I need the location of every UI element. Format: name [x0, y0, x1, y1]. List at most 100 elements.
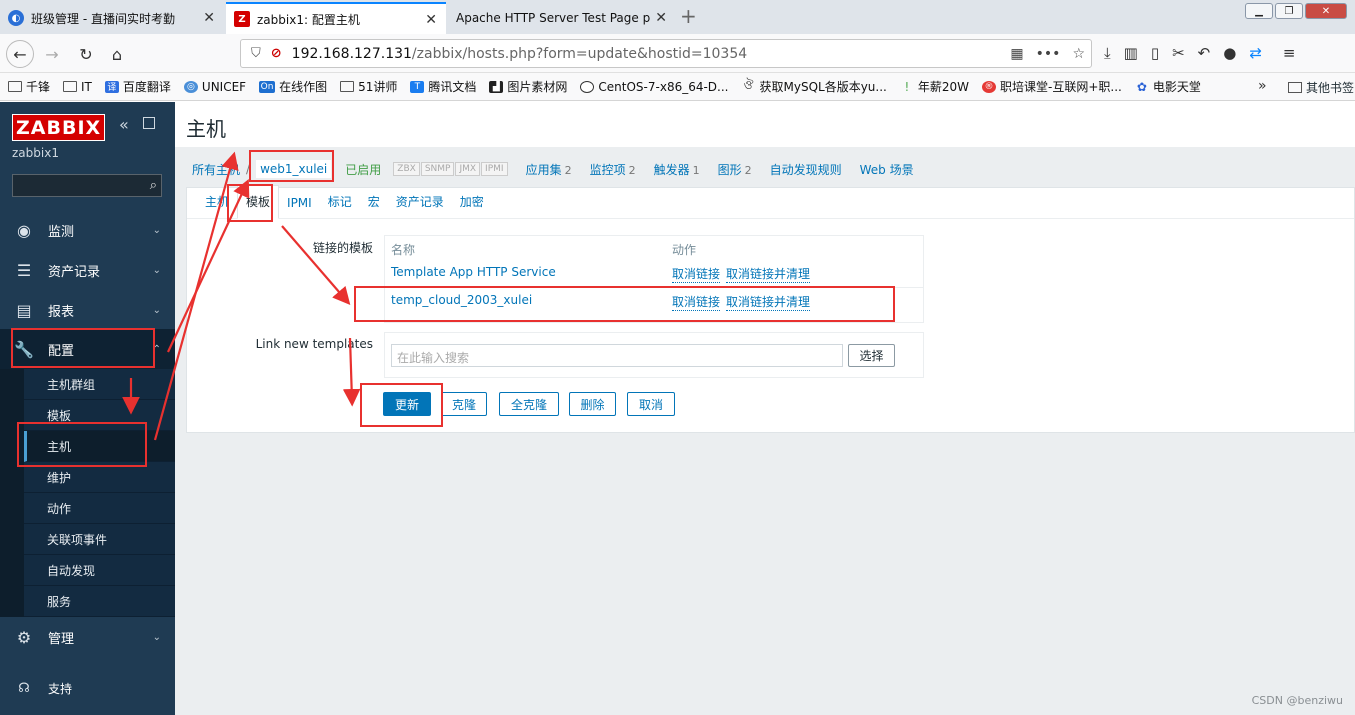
server-name: zabbix1	[12, 146, 59, 160]
unicef-icon: ◎	[183, 80, 198, 93]
sidebar-icon[interactable]: ▯	[1151, 44, 1159, 62]
home-icon[interactable]: ⌂	[103, 40, 131, 68]
maximize-icon[interactable]: ❐	[1275, 3, 1303, 19]
link-graphs[interactable]: 图形 2	[718, 161, 752, 178]
tab-close-icon[interactable]: ✕	[425, 12, 437, 28]
badge-zbx: ZBX	[393, 162, 420, 176]
bookmark-item[interactable]: ◎ UNICEF	[183, 80, 246, 94]
browser-tab-class-management[interactable]: ◐ 班级管理 - 直播间实时考勤 ✕	[0, 2, 224, 34]
menu-administration[interactable]: ⚙ 管理 ⌄	[0, 617, 175, 657]
link-applications[interactable]: 应用集 2	[526, 161, 572, 178]
minimize-icon[interactable]: ▁	[1245, 3, 1273, 19]
paw-icon: ✿	[1136, 79, 1147, 94]
sync-icon[interactable]: ⇄	[1249, 44, 1262, 62]
forward-icon[interactable]: →	[38, 40, 66, 68]
table-row: Template App HTTP Service 取消链接 取消链接并清理	[385, 260, 923, 286]
link-icon: ঔ	[743, 77, 754, 92]
submenu-discovery[interactable]: 自动发现	[24, 555, 175, 586]
undo-icon[interactable]: ↶	[1198, 44, 1211, 62]
folder-icon	[340, 81, 355, 92]
bookmark-item[interactable]: 51讲师	[340, 78, 397, 95]
kiosk-mode-icon[interactable]	[143, 117, 155, 129]
menu-support[interactable]: ☊ 支持	[0, 668, 175, 708]
menu-reports[interactable]: ▤ 报表 ⌄	[0, 290, 175, 330]
template-name-link[interactable]: Template App HTTP Service	[391, 265, 556, 279]
bookmark-item[interactable]: ✿ 电影天堂	[1135, 78, 1201, 95]
download-icon[interactable]: ⤓	[1104, 44, 1111, 62]
bookmark-item[interactable]: ǃ 年薪20W	[900, 78, 969, 95]
tab-close-icon[interactable]: ✕	[655, 10, 667, 26]
library-icon[interactable]: ▥	[1124, 44, 1138, 62]
search-icon[interactable]: ⌕	[150, 178, 157, 193]
bookmark-item[interactable]: ▟ 图片素材网	[489, 78, 567, 95]
clone-button[interactable]: 克隆	[441, 392, 487, 416]
link-triggers[interactable]: 触发器 1	[654, 161, 700, 178]
extension-icon[interactable]: ●	[1223, 44, 1236, 62]
bookmark-item[interactable]: T 腾讯文档	[410, 78, 476, 95]
bookmark-item[interactable]: IT	[63, 80, 92, 94]
main-content: 主机 所有主机 / web1_xulei 已启用 ZBX SNMP JMX IP…	[175, 102, 1355, 715]
submenu-host-groups[interactable]: 主机群组	[24, 369, 175, 400]
bookmark-item[interactable]: CentOS-7-x86_64-D...	[580, 80, 729, 94]
reload-icon[interactable]: ↻	[72, 40, 100, 68]
tab-tags[interactable]: 标记	[320, 193, 360, 218]
tab-label: zabbix1: 配置主机	[257, 12, 360, 27]
gear-icon: ⚙	[16, 627, 32, 647]
cancel-button[interactable]: 取消	[627, 392, 675, 416]
insecure-lock-icon[interactable]: ⊘	[271, 46, 282, 61]
on-icon: On	[259, 80, 276, 93]
submenu-services[interactable]: 服务	[24, 586, 175, 617]
qr-code-icon[interactable]: ▦	[1010, 46, 1023, 62]
host-tabs: 主机 模板 IPMI 标记 宏 资产记录 加密	[187, 185, 1354, 219]
annotation-box-templates-tab	[227, 184, 273, 222]
browser-tab-zabbix[interactable]: Z zabbix1: 配置主机 ✕	[226, 2, 446, 34]
window-controls: ▁ ❐ ✕	[1245, 3, 1347, 19]
bookmark-item[interactable]: 千锋	[8, 78, 50, 95]
submenu-event-correlation[interactable]: 关联项事件	[24, 524, 175, 555]
bookmark-star-icon[interactable]: ☆	[1072, 46, 1085, 62]
menu-inventory[interactable]: ☰ 资产记录 ⌄	[0, 250, 175, 290]
screenshot-icon[interactable]: ✂	[1172, 44, 1185, 62]
close-window-icon[interactable]: ✕	[1305, 3, 1347, 19]
link-web-scenarios[interactable]: Web 场景	[860, 161, 914, 178]
tab-macros[interactable]: 宏	[360, 193, 388, 218]
browser-toolbar: ⤓ ▥ ▯ ✂ ↶ ● ⇄ ≡	[1104, 44, 1296, 62]
tab-ipmi[interactable]: IPMI	[279, 196, 320, 218]
tab-close-icon[interactable]: ✕	[203, 10, 215, 26]
browser-tab-apache[interactable]: Apache HTTP Server Test Page p ✕	[448, 2, 676, 34]
tab-favicon-icon: ◐	[8, 10, 24, 26]
chevron-down-icon: ⌄	[152, 224, 161, 236]
menu-icon[interactable]: ≡	[1283, 44, 1296, 62]
template-search-input[interactable]: 在此输入搜索	[391, 344, 843, 367]
collapse-sidebar-icon[interactable]: «	[119, 115, 129, 134]
menu-monitoring[interactable]: ◉ 监测 ⌄	[0, 210, 175, 250]
submenu-actions[interactable]: 动作	[24, 493, 175, 524]
status-badge[interactable]: 已启用	[345, 161, 381, 178]
link-items[interactable]: 监控项 2	[590, 161, 636, 178]
url-bar[interactable]: ⛉ ⊘ 192.168.127.131 /zabbix/hosts.php?fo…	[240, 39, 1092, 68]
breadcrumb-all-hosts[interactable]: 所有主机	[192, 161, 240, 178]
sidebar-search-input[interactable]: ⌕	[12, 174, 162, 197]
unlink-button[interactable]: 取消链接	[672, 265, 721, 283]
edu-icon: ®	[982, 80, 996, 93]
zabbix-logo[interactable]: ZABBIX	[12, 114, 106, 141]
bookmark-item[interactable]: On 在线作图	[259, 78, 327, 95]
shield-icon[interactable]: ⛉	[251, 46, 261, 61]
tab-encryption[interactable]: 加密	[452, 193, 492, 218]
more-actions-icon[interactable]: •••	[1036, 46, 1061, 62]
bookmark-item[interactable]: ® 职培课堂-互联网+职...	[982, 78, 1122, 95]
unlink-and-clear-button[interactable]: 取消链接并清理	[726, 265, 811, 283]
select-template-button[interactable]: 选择	[848, 344, 895, 367]
full-clone-button[interactable]: 全克隆	[499, 392, 559, 416]
bookmarks-overflow-icon[interactable]: »	[1258, 78, 1267, 94]
back-icon[interactable]: ←	[6, 40, 34, 68]
delete-button[interactable]: 删除	[569, 392, 616, 416]
new-tab-icon[interactable]: +	[680, 4, 697, 28]
bookmark-item[interactable]: ঔ 获取MySQL各版本yu...	[742, 78, 887, 95]
tab-inventory[interactable]: 资产记录	[388, 193, 452, 218]
folder-icon	[63, 81, 78, 92]
link-discovery-rules[interactable]: 自动发现规则	[770, 161, 842, 178]
bookmark-item[interactable]: 译百度翻译	[104, 78, 171, 95]
other-bookmarks[interactable]: 其他书签	[1288, 79, 1354, 96]
chevron-down-icon: ⌄	[152, 631, 161, 643]
